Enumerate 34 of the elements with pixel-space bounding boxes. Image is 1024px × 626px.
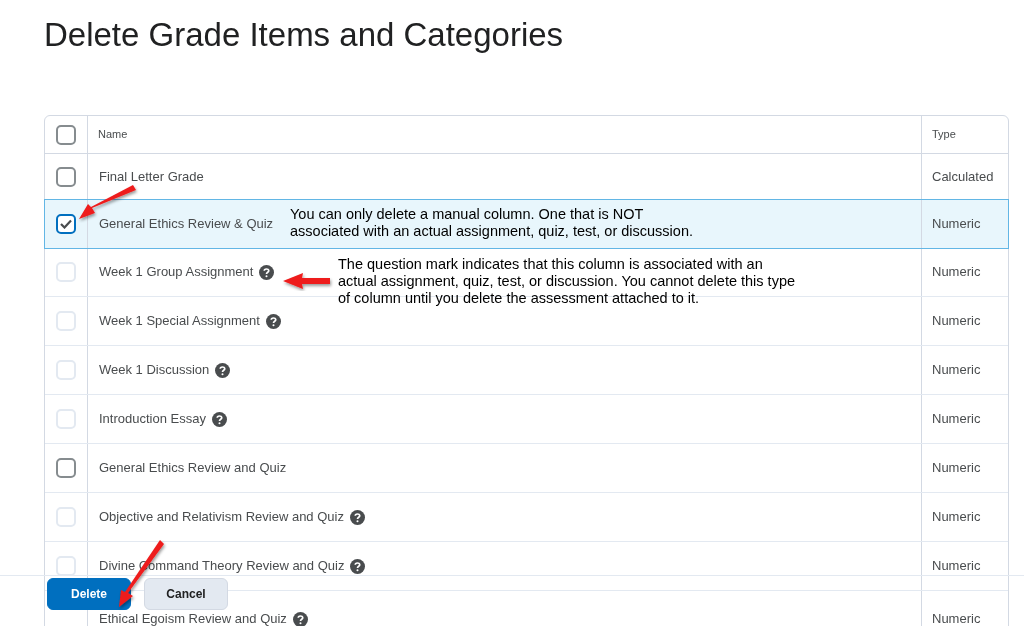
delete-button[interactable]: Delete [47, 578, 131, 610]
item-type: Numeric [932, 361, 981, 380]
item-type: Numeric [932, 557, 981, 576]
item-type: Numeric [932, 215, 981, 234]
column-header: Type [932, 127, 956, 143]
item-type: Numeric [932, 312, 981, 331]
item-name: Objective and Relativism Review and Quiz [99, 508, 344, 527]
help-icon[interactable] [292, 612, 308, 626]
item-type: Numeric [932, 263, 981, 282]
item-name: General Ethics Review & Quiz [99, 215, 274, 234]
item-type: Numeric [932, 508, 981, 527]
item-name: Introduction Essay [99, 410, 206, 429]
annotation-note: You can only delete a manual column. One that is NOT associated with an actual assignment, quiz, test, or discussion. [290, 206, 693, 240]
item-name: General Ethics Review and Quiz [99, 459, 287, 478]
item-name: Final Letter Grade [99, 167, 204, 186]
checkbox[interactable] [56, 166, 76, 187]
checkbox[interactable] [56, 124, 76, 145]
annotation-note: The question mark indicates that this column is associated with an actual assignment, quiz, test, or discussion. You cannot delete this type of column until you delete the assessment attached to it. [338, 256, 796, 307]
item-type: Numeric [932, 612, 981, 626]
column-header: Name [98, 127, 128, 143]
item-name: Ethical Egoism Review and Quiz [99, 612, 287, 626]
cancel-button[interactable]: Cancel [144, 578, 228, 610]
checkbox[interactable] [56, 458, 76, 478]
item-name: Week 1 Special Assignment [99, 312, 260, 331]
item-name: Week 1 Discussion [99, 361, 210, 380]
pointer-arrow [283, 273, 330, 289]
item-name: Week 1 Group Assignment [99, 263, 254, 282]
page-title: Delete Grade Items and Categories [44, 15, 564, 55]
item-type: Numeric [932, 459, 981, 478]
item-type: Calculated [932, 167, 994, 186]
item-type: Numeric [932, 410, 981, 429]
checkmark-icon [60, 219, 72, 229]
checkbox[interactable] [56, 214, 76, 234]
pointer-arrow [79, 185, 136, 219]
